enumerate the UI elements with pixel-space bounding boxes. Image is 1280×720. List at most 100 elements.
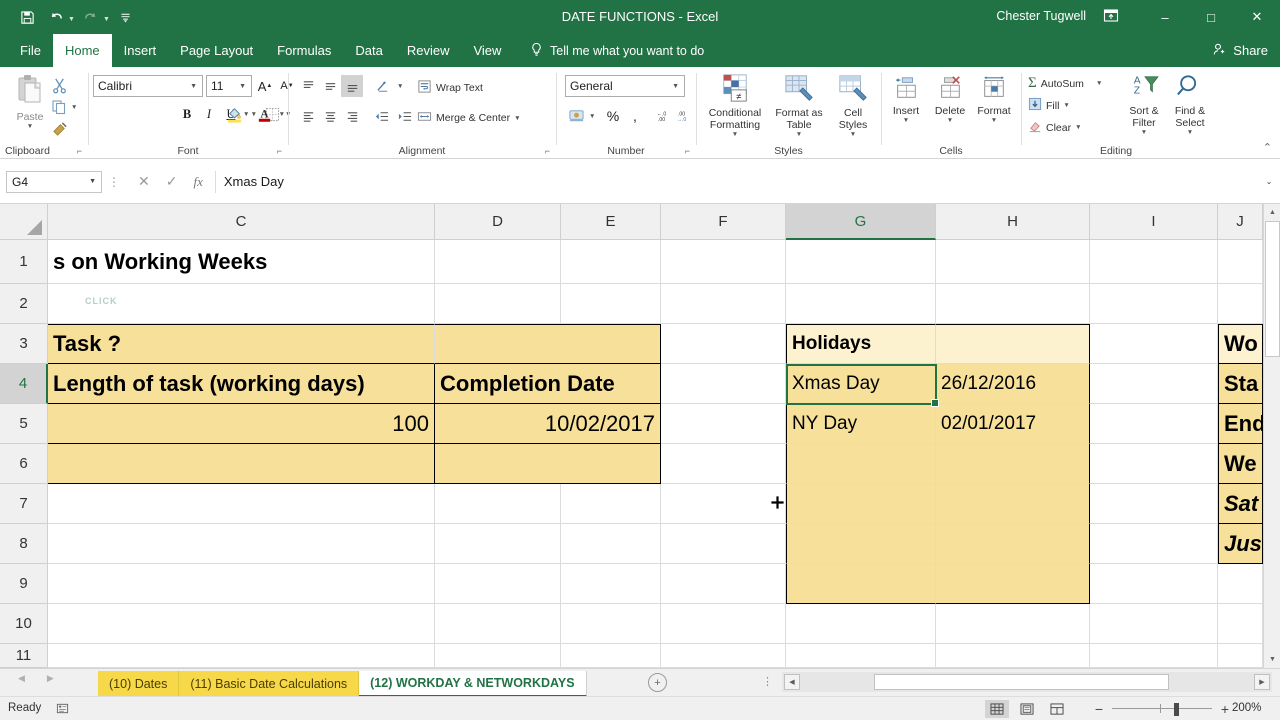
comma-style-button[interactable]: , <box>625 105 645 127</box>
page-layout-view-icon[interactable] <box>1015 700 1039 718</box>
cell-J3[interactable]: Wo <box>1218 324 1263 364</box>
row-header-11[interactable]: 11 <box>0 644 48 668</box>
cell-G10[interactable] <box>786 604 936 644</box>
cell-D2[interactable] <box>435 284 561 324</box>
cell-D4[interactable]: Completion Date <box>435 364 661 404</box>
cell-C6[interactable] <box>48 444 435 484</box>
scroll-down-arrow[interactable]: ▼ <box>1264 651 1280 668</box>
cell-D5[interactable]: 10/02/2017 <box>435 404 661 444</box>
scroll-left-arrow[interactable]: ◀ <box>784 674 800 690</box>
cell-H9[interactable] <box>936 564 1090 604</box>
cell-G11[interactable] <box>786 644 936 668</box>
cell-G1[interactable] <box>786 240 936 284</box>
autosum-button[interactable]: Σ AutoSum ▼ <box>1028 75 1102 92</box>
font-size-select[interactable]: 11 ▼ <box>206 75 252 97</box>
cell-C8[interactable] <box>48 524 435 564</box>
cell-I8[interactable] <box>1090 524 1218 564</box>
cell-F5[interactable] <box>661 404 786 444</box>
column-header-D[interactable]: D <box>435 204 561 240</box>
find-select-dropdown-icon[interactable]: ▼ <box>1187 129 1193 136</box>
decrease-decimal-button[interactable]: ←.0.00 <box>651 105 671 127</box>
cell-I10[interactable] <box>1090 604 1218 644</box>
column-header-H[interactable]: H <box>936 204 1090 240</box>
cell-G3[interactable]: Holidays <box>786 324 936 364</box>
cell-E9[interactable] <box>561 564 661 604</box>
column-header-E[interactable]: E <box>561 204 661 240</box>
cell-C5[interactable]: 100 <box>48 404 435 444</box>
sort-filter-dropdown-icon[interactable]: ▼ <box>1141 129 1147 136</box>
insert-cells-button[interactable]: Insert ▼ <box>884 75 928 125</box>
tab-page-layout[interactable]: Page Layout <box>168 34 265 67</box>
minimize-button[interactable]: – <box>1142 0 1188 34</box>
account-user-name[interactable]: Chester Tugwell <box>996 9 1086 23</box>
normal-view-icon[interactable] <box>985 700 1009 718</box>
page-break-view-icon[interactable] <box>1045 700 1069 718</box>
cell-I11[interactable] <box>1090 644 1218 668</box>
cell-C1[interactable]: s on Working Weeks <box>48 240 435 284</box>
previous-sheet-icon[interactable]: ◀ <box>18 673 25 684</box>
format-cells-button[interactable]: Format ▼ <box>972 75 1016 125</box>
scroll-right-arrow[interactable]: ▶ <box>1254 674 1270 690</box>
row-header-2[interactable]: 2 <box>0 284 48 324</box>
vertical-scrollbar-thumb[interactable] <box>1265 221 1280 357</box>
cell-D10[interactable] <box>435 604 561 644</box>
cell-C4[interactable]: Length of task (working days) <box>48 364 435 404</box>
maximize-button[interactable]: □ <box>1188 0 1234 34</box>
cell-G7[interactable] <box>786 484 936 524</box>
font-family-dropdown-icon[interactable]: ▼ <box>190 83 197 90</box>
cell-J8[interactable]: Jus <box>1218 524 1263 564</box>
decrease-indent-button[interactable] <box>371 105 393 127</box>
column-header-F[interactable]: F <box>661 204 786 240</box>
align-bottom-button[interactable] <box>341 75 363 97</box>
cell-J4[interactable]: Sta <box>1218 364 1263 404</box>
clear-dropdown-icon[interactable]: ▼ <box>1075 124 1081 131</box>
cell-F8[interactable] <box>661 524 786 564</box>
clear-button[interactable]: Clear ▼ <box>1028 119 1082 136</box>
cell-F9[interactable] <box>661 564 786 604</box>
cell-F2[interactable] <box>661 284 786 324</box>
number-format-dropdown-icon[interactable]: ▼ <box>672 83 679 90</box>
cell-F7[interactable] <box>661 484 786 524</box>
cell-J5[interactable]: End <box>1218 404 1263 444</box>
accounting-format-icon[interactable] <box>565 105 587 127</box>
cell-G9[interactable] <box>786 564 936 604</box>
bold-button[interactable]: B <box>177 103 197 125</box>
cell-H6[interactable] <box>936 444 1090 484</box>
sheet-tab-11-basic-date-calculations[interactable]: (11) Basic Date Calculations <box>179 671 360 697</box>
cell-H1[interactable] <box>936 240 1090 284</box>
align-left-button[interactable] <box>297 105 319 127</box>
font-size-dropdown-icon[interactable]: ▼ <box>239 83 246 90</box>
fill-dropdown-icon[interactable]: ▼ <box>1063 102 1069 109</box>
sheet-tab-12-workday-networkdays[interactable]: (12) WORKDAY & NETWORKDAYS <box>359 671 587 697</box>
cell-J7[interactable]: Sat <box>1218 484 1263 524</box>
cell-F10[interactable] <box>661 604 786 644</box>
cell-H10[interactable] <box>936 604 1090 644</box>
accounting-dropdown-icon[interactable]: ▼ <box>589 113 595 120</box>
row-header-7[interactable]: 7 <box>0 484 48 524</box>
cell-H8[interactable] <box>936 524 1090 564</box>
vertical-scrollbar[interactable]: ▲ ▼ <box>1263 204 1280 668</box>
cell-F6[interactable] <box>661 444 786 484</box>
format-painter-button[interactable] <box>48 119 70 139</box>
row-header-1[interactable]: 1 <box>0 240 48 284</box>
horizontal-scrollbar-thumb[interactable] <box>874 674 1169 690</box>
row-header-5[interactable]: 5 <box>0 404 48 444</box>
conditional-formatting-button[interactable]: ≠ Conditional Formatting ▼ <box>701 73 769 139</box>
copy-button[interactable] <box>48 97 70 117</box>
paste-dropdown-icon[interactable]: ▼ <box>27 123 33 130</box>
cell-I6[interactable] <box>1090 444 1218 484</box>
cell-D11[interactable] <box>435 644 561 668</box>
conditional-formatting-dropdown-icon[interactable]: ▼ <box>732 131 738 138</box>
find-and-select-button[interactable]: Find & Select ▼ <box>1168 73 1212 137</box>
sheet-resize-handle[interactable]: ⋮ <box>762 675 773 688</box>
sort-and-filter-button[interactable]: AZ Sort & Filter ▼ <box>1120 73 1168 137</box>
enter-formula-icon[interactable]: ✓ <box>166 173 178 190</box>
autosum-dropdown-icon[interactable]: ▼ <box>1096 80 1102 87</box>
zoom-level-label[interactable]: 200% <box>1232 702 1261 714</box>
font-dialog-launcher[interactable]: ⌐ <box>277 146 282 156</box>
cell-F4[interactable] <box>661 364 786 404</box>
format-cells-dropdown-icon[interactable]: ▼ <box>991 117 997 124</box>
font-color-dropdown-icon[interactable]: ▼ <box>279 111 285 118</box>
tab-file[interactable]: File <box>8 34 53 67</box>
tab-review[interactable]: Review <box>395 34 462 67</box>
